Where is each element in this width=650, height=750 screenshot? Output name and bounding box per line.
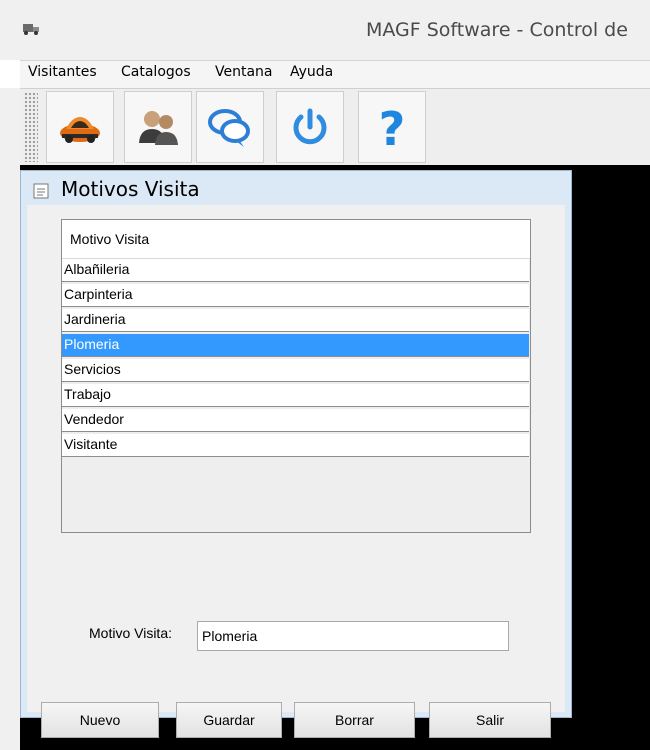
salir-button[interactable]: Salir bbox=[429, 702, 551, 738]
row-label: Carpinteria bbox=[64, 286, 133, 302]
guardar-button[interactable]: Guardar bbox=[176, 702, 282, 738]
row-label: Visitante bbox=[64, 436, 118, 452]
table-row[interactable]: Trabajo bbox=[62, 384, 529, 407]
row-label: Jardineria bbox=[64, 311, 126, 327]
frame-title: Motivos Visita bbox=[61, 177, 200, 201]
borrar-button[interactable]: Borrar bbox=[294, 702, 415, 738]
row-label: Servicios bbox=[64, 361, 121, 377]
guardar-button-label: Guardar bbox=[203, 712, 255, 728]
svg-text:?: ? bbox=[379, 103, 406, 151]
window-title-bar: MAGF Software - Control de bbox=[0, 0, 650, 60]
table-header[interactable]: Motivo Visita bbox=[62, 220, 530, 259]
truck-icon bbox=[23, 24, 39, 35]
table-row[interactable]: Vendedor bbox=[62, 409, 529, 432]
nuevo-button[interactable]: Nuevo bbox=[41, 702, 159, 738]
row-label: Trabajo bbox=[64, 386, 111, 402]
toolbar-grip[interactable] bbox=[24, 92, 38, 162]
users-icon bbox=[139, 111, 178, 145]
table-row[interactable]: Albañileria bbox=[62, 259, 529, 282]
toolbar: ? bbox=[20, 88, 650, 166]
table-row[interactable]: Carpinteria bbox=[62, 284, 529, 307]
nuevo-button-label: Nuevo bbox=[79, 712, 121, 728]
menu-visitantes[interactable]: Visitantes bbox=[28, 64, 97, 80]
motivos-table[interactable]: Motivo Visita Albañileria Carpinteria Ja… bbox=[61, 219, 531, 533]
motivo-visita-label: Motivo Visita: bbox=[89, 625, 172, 641]
left-border bbox=[0, 88, 20, 750]
column-header-motivo[interactable]: Motivo Visita bbox=[70, 231, 149, 247]
table-row[interactable]: Visitante bbox=[62, 434, 529, 457]
salir-button-label: Salir bbox=[475, 712, 504, 728]
toolbar-button-usuarios[interactable] bbox=[124, 91, 192, 163]
menu-ayuda[interactable]: Ayuda bbox=[290, 64, 333, 80]
power-icon bbox=[293, 108, 327, 145]
toolbar-button-visitantes[interactable] bbox=[46, 91, 114, 163]
borrar-button-label: Borrar bbox=[335, 712, 374, 728]
menu-bar: Visitantes Catalogos Ventana Ayuda bbox=[20, 60, 650, 89]
table-row-selected[interactable]: Plomeria bbox=[62, 334, 529, 357]
toolbar-button-motivos[interactable] bbox=[196, 91, 264, 163]
window-title: MAGF Software - Control de bbox=[366, 19, 628, 41]
menu-ventana[interactable]: Ventana bbox=[215, 64, 273, 80]
row-label: Plomeria bbox=[64, 336, 120, 352]
car-icon bbox=[60, 117, 100, 143]
row-label: Vendedor bbox=[64, 411, 124, 427]
help-question-icon: ? bbox=[379, 103, 406, 151]
motivo-visita-input[interactable] bbox=[197, 621, 509, 651]
frame-content: Motivo Visita Albañileria Carpinteria Ja… bbox=[27, 205, 565, 738]
row-label: Albañileria bbox=[64, 261, 130, 277]
motivos-visita-frame: Motivos Visita Motivo Visita Albañileria… bbox=[20, 170, 572, 738]
toolbar-button-ayuda[interactable]: ? bbox=[358, 91, 426, 163]
document-icon bbox=[33, 183, 49, 199]
chat-bubbles-icon bbox=[208, 109, 250, 147]
table-row[interactable]: Servicios bbox=[62, 359, 529, 382]
toolbar-button-salir[interactable] bbox=[276, 91, 344, 163]
table-row[interactable]: Jardineria bbox=[62, 309, 529, 332]
menu-catalogos[interactable]: Catalogos bbox=[121, 64, 191, 80]
